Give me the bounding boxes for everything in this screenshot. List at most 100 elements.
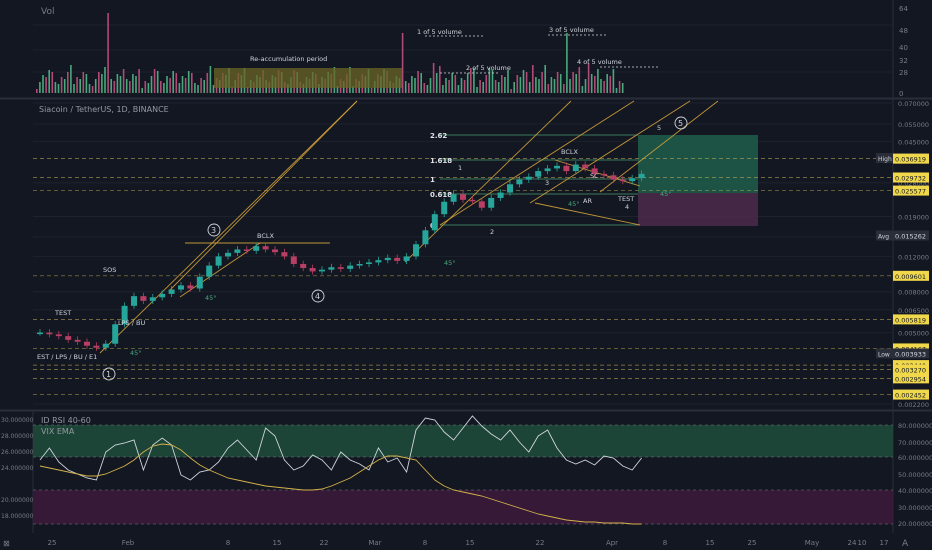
go-to-start-icon[interactable]: ⊠ xyxy=(3,539,10,548)
candle-body xyxy=(375,260,382,263)
volume-bar xyxy=(538,79,540,93)
price-level-value: 0.036919 xyxy=(895,156,926,164)
rsi-left-axis-label: 30.000000 xyxy=(1,417,34,424)
time-axis-label: 22 xyxy=(320,539,329,547)
volume-bar xyxy=(485,75,488,93)
volume-bar xyxy=(98,72,100,93)
volume-bar xyxy=(442,85,444,93)
candle-body xyxy=(629,178,636,182)
volume-bar xyxy=(460,78,463,93)
candle-body xyxy=(187,285,194,289)
volume-bar xyxy=(141,88,143,93)
volume-bar xyxy=(401,33,404,93)
volume-bar xyxy=(36,89,38,93)
wave-label: 1 xyxy=(106,370,111,379)
price-axis-label: 0.005000 xyxy=(898,330,929,338)
volume-bar xyxy=(82,72,85,93)
candle-body xyxy=(507,184,513,193)
volume-bar xyxy=(209,66,212,93)
price-annotation: 45° xyxy=(444,259,456,267)
price-annotation: 3 xyxy=(545,179,549,187)
volume-bar xyxy=(566,33,568,93)
rsi-title: ID RSI 40-60 xyxy=(41,416,91,425)
volume-bar xyxy=(606,74,608,93)
volume-bar xyxy=(119,76,122,93)
time-axis-label: 25 xyxy=(748,539,757,547)
volume-bar xyxy=(85,74,88,93)
price-level-value: 0.005819 xyxy=(895,316,926,324)
volume-bar xyxy=(463,80,466,93)
rsi-left-axis-label: 20.000000 xyxy=(1,497,34,504)
volume-bar xyxy=(200,78,202,93)
volume-bar xyxy=(501,75,503,93)
volume-bar xyxy=(129,81,131,93)
volume-bar xyxy=(581,86,584,93)
candle-body xyxy=(431,214,438,231)
volume-bar xyxy=(426,85,429,93)
time-axis: 25 Feb 8 15 22 Mar 8 15 22 Apr 8 15 25 May 10 17 24 xyxy=(48,539,889,547)
time-axis-label: Feb xyxy=(122,539,135,547)
candle-body xyxy=(441,201,448,215)
volume-note-3: 3 of 5 volume xyxy=(549,26,594,34)
volume-bar xyxy=(584,79,587,93)
volume-bar xyxy=(408,83,410,93)
price-annotation: AR xyxy=(583,197,592,205)
volume-bar xyxy=(132,74,134,93)
time-axis-label: 15 xyxy=(466,539,475,547)
volume-bar xyxy=(153,69,156,93)
volume-bar xyxy=(587,63,590,93)
volume-bar xyxy=(184,78,187,93)
volume-bar xyxy=(609,76,612,93)
volume-bar xyxy=(39,82,41,93)
volume-bar xyxy=(466,73,469,93)
volume-axis-label: 48 xyxy=(899,27,908,35)
rsi-subtitle: VIX EMA xyxy=(41,427,75,436)
price-annotation: 2 xyxy=(490,228,494,236)
candle-body xyxy=(281,252,288,257)
volume-bar xyxy=(510,89,512,93)
volume-axis-label: 40 xyxy=(899,44,908,52)
price-tag-name: Low xyxy=(878,351,890,358)
time-axis-label: 15 xyxy=(706,539,715,547)
volume-bar xyxy=(522,70,525,93)
volume-bar xyxy=(482,82,484,93)
volume-bar xyxy=(169,78,171,93)
price-annotation: SOS xyxy=(103,266,116,274)
candle-body xyxy=(102,343,109,348)
price-annotation: BCLX xyxy=(257,232,275,240)
volume-bar xyxy=(101,74,103,93)
settings-icon[interactable]: A xyxy=(902,539,909,549)
candle-body xyxy=(65,336,72,340)
candle-body xyxy=(572,164,579,172)
time-axis-label: 25 xyxy=(48,539,57,547)
volume-bar xyxy=(414,78,416,93)
volume-bar xyxy=(51,72,54,93)
price-annotation: SC xyxy=(590,172,599,180)
candle-body xyxy=(74,339,81,342)
candle-body xyxy=(544,168,551,172)
volume-bar xyxy=(541,72,543,93)
volume-bar xyxy=(122,69,125,93)
volume-bar xyxy=(150,76,153,93)
volume-bar xyxy=(104,67,106,93)
candle-body xyxy=(234,249,241,253)
trading-chart: Re-accumulation period 1 of 5 volume 2 of … xyxy=(0,0,932,549)
price-axis-label: 0.070000 xyxy=(898,100,929,108)
volume-bar xyxy=(166,76,168,93)
candle-body xyxy=(262,246,269,250)
volume-bar xyxy=(191,73,193,93)
volume-bar xyxy=(544,65,546,93)
volume-bar xyxy=(569,79,571,93)
volume-bar xyxy=(147,83,150,93)
volume-bar xyxy=(497,82,500,93)
volume-title: Vol xyxy=(41,7,54,17)
reaccumulation-label: Re-accumulation period xyxy=(250,55,327,63)
candle-body xyxy=(290,256,297,264)
volume-bar xyxy=(479,80,481,93)
candle-body xyxy=(46,332,53,335)
wave-label: 3 xyxy=(211,226,216,235)
candle-body xyxy=(328,267,335,270)
volume-bar xyxy=(504,77,506,93)
rsi-right-axis-label: 20.000000 xyxy=(898,520,932,528)
volume-bar xyxy=(417,71,419,93)
